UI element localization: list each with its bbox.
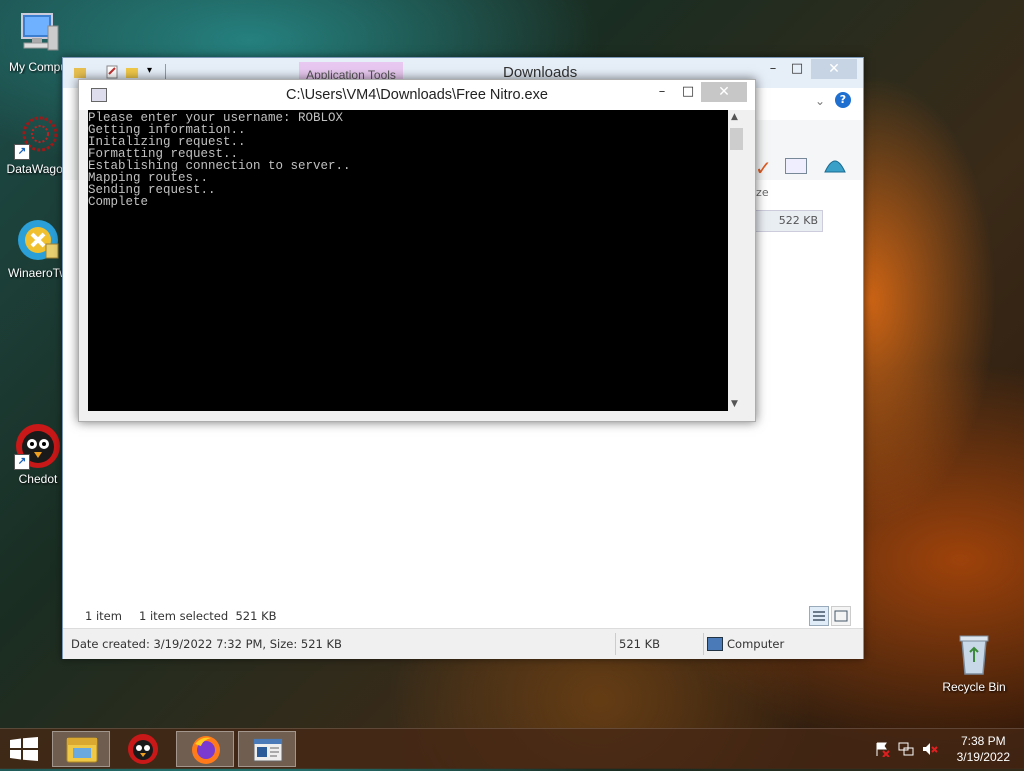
firefox-icon: [192, 736, 220, 764]
console-window[interactable]: C:\Users\VM4\Downloads\Free Nitro.exe – …: [78, 79, 756, 422]
datawagon-icon: ↗: [14, 112, 62, 160]
chedot-browser-icon: ↗: [14, 422, 62, 470]
item-count: 1 item: [85, 609, 122, 623]
new-folder-icon[interactable]: [125, 65, 139, 79]
console-output[interactable]: Please enter your username: ROBLOX Getti…: [88, 110, 728, 411]
maximize-button[interactable]: □: [679, 82, 697, 102]
file-size-cell[interactable]: 522 KB: [755, 210, 823, 232]
console-titlebar[interactable]: C:\Users\VM4\Downloads\Free Nitro.exe – …: [79, 80, 755, 110]
scroll-down-arrow-icon[interactable]: ▼: [731, 399, 738, 409]
help-icon[interactable]: ?: [835, 92, 851, 108]
console-scrollbar[interactable]: ▲ ▼: [728, 110, 745, 411]
selection-info: 1 item selected 521 KB: [139, 609, 277, 623]
status-row: 1 item 1 item selected 521 KB: [63, 604, 863, 628]
file-details-info: Date created: 3/19/2022 7:32 PM, Size: 5…: [71, 637, 342, 651]
close-button[interactable]: ✕: [811, 59, 857, 79]
details-status-bar: Date created: 3/19/2022 7:32 PM, Size: 5…: [63, 628, 863, 659]
taskbar-console[interactable]: [238, 731, 296, 767]
chevron-down-icon[interactable]: ⌄: [815, 94, 825, 108]
shortcut-arrow-icon: ↗: [14, 454, 30, 470]
folder-icon[interactable]: [73, 65, 87, 79]
minimize-button[interactable]: –: [763, 59, 783, 79]
maximize-button[interactable]: □: [787, 59, 807, 79]
chedot-browser-icon: [128, 734, 158, 764]
taskbar-chedot[interactable]: [114, 731, 172, 767]
system-clock[interactable]: 7:38 PM 3/19/2022: [957, 733, 1010, 765]
console-line: Complete: [88, 195, 149, 209]
minimize-button[interactable]: –: [653, 82, 671, 102]
taskbar: 7:38 PM 3/19/2022: [0, 728, 1024, 769]
file-details-size: 521 KB: [619, 637, 661, 651]
taskbar-firefox[interactable]: [176, 731, 234, 767]
desktop-icon-recycle-bin[interactable]: Recycle Bin: [936, 630, 1012, 694]
console-line: Sending request..: [88, 183, 216, 197]
clock-time: 7:38 PM: [960, 734, 1006, 748]
location-label: Computer: [727, 637, 785, 651]
desktop-icon-label: Recycle Bin: [942, 680, 1006, 694]
action-center-flag-icon[interactable]: [874, 741, 890, 758]
volume-muted-icon[interactable]: [922, 741, 938, 757]
file-explorer-icon: [66, 737, 98, 763]
windows-logo-icon: [10, 737, 38, 761]
taskbar-file-explorer[interactable]: [52, 731, 110, 767]
shell-icon[interactable]: [823, 154, 847, 177]
computer-icon: [707, 637, 723, 651]
divider: [703, 633, 704, 655]
close-button[interactable]: ✕: [701, 82, 747, 102]
toolbar-divider: [165, 64, 166, 80]
envelope-icon[interactable]: [785, 158, 807, 174]
details-view-button[interactable]: [809, 606, 829, 626]
clock-date: 3/19/2022: [956, 750, 1010, 764]
divider: [615, 633, 616, 655]
checkmark-icon[interactable]: ✓: [755, 156, 772, 180]
windows-start-button[interactable]: [10, 737, 38, 764]
console-app-icon: [253, 738, 283, 762]
scrollbar-thumb[interactable]: [730, 128, 743, 150]
properties-icon[interactable]: [105, 65, 119, 79]
network-icon[interactable]: [898, 741, 914, 757]
recycle-bin-icon: [950, 630, 998, 678]
shortcut-arrow-icon: ↗: [14, 144, 30, 160]
scroll-up-arrow-icon[interactable]: ▲: [731, 112, 738, 122]
chevron-down-icon[interactable]: ▾: [147, 65, 161, 79]
winaero-tweaker-icon: [14, 216, 62, 264]
large-icons-view-button[interactable]: [831, 606, 851, 626]
computer-icon: [14, 10, 62, 58]
